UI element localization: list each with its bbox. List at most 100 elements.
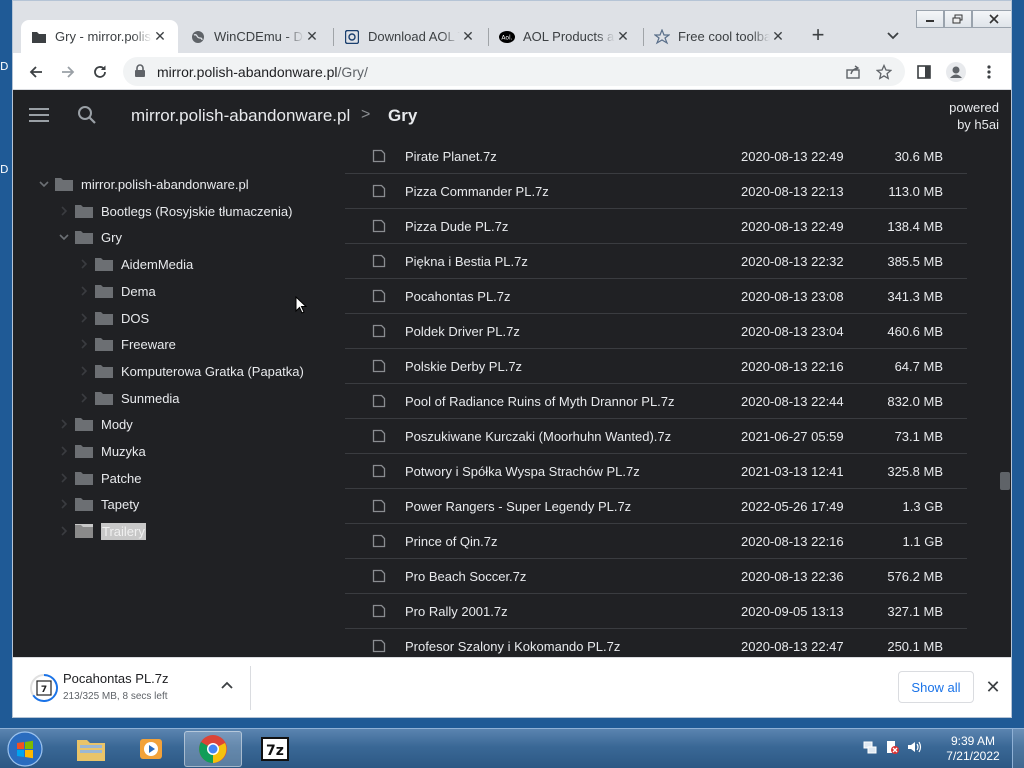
file-row[interactable]: Pool of Radiance Ruins of Myth Drannor P…	[345, 384, 967, 419]
file-date: 2020-08-13 23:04	[741, 324, 844, 339]
folder-icon	[75, 230, 93, 244]
folder-icon	[75, 204, 93, 218]
powered-by-link[interactable]: powered by h5ai	[949, 99, 999, 133]
download-filename[interactable]: Pocahontas PL.7z	[63, 671, 169, 686]
bookmark-star-icon[interactable]	[873, 61, 895, 83]
tab-free-toolbar[interactable]: Free cool toolbar ✕	[644, 20, 796, 53]
lock-icon[interactable]	[134, 64, 148, 78]
tree-node[interactable]: Dema	[77, 281, 156, 301]
forward-button[interactable]	[57, 61, 79, 83]
show-all-button[interactable]: Show all	[898, 671, 974, 703]
tree-node[interactable]: Mody	[57, 414, 133, 434]
explorer-icon[interactable]	[62, 731, 120, 767]
scrollbar-thumb[interactable]	[1000, 472, 1010, 490]
chevron-up-icon[interactable]	[219, 678, 235, 694]
tab-download-aol[interactable]: Download AOL Toolbar ✕	[334, 20, 486, 53]
search-icon[interactable]	[77, 105, 97, 125]
chevron-right-icon[interactable]	[77, 337, 91, 351]
chevron-right-icon[interactable]	[77, 257, 91, 271]
share-icon[interactable]	[842, 61, 864, 83]
tab-wincdemu[interactable]: WinCDEmu - Download ✕	[180, 20, 330, 53]
tree-node[interactable]: Gry	[57, 227, 122, 247]
media-player-icon[interactable]	[122, 731, 180, 767]
minimize-button[interactable]	[916, 10, 944, 28]
network-icon[interactable]	[862, 739, 878, 758]
close-window-button[interactable]	[972, 10, 1011, 28]
side-panel-icon[interactable]	[913, 61, 935, 83]
volume-icon[interactable]	[906, 739, 922, 758]
file-date: 2020-08-13 22:13	[741, 184, 844, 199]
file-row[interactable]: Poldek Driver PL.7z 2020-08-13 23:04 460.6…	[345, 314, 967, 349]
file-row[interactable]: Prince of Qin.7z 2020-08-13 22:16 1.1 GB	[345, 524, 967, 559]
file-row[interactable]: Profesor Szalony i Kokomando PL.7z 2020-0…	[345, 629, 967, 657]
system-clock[interactable]: 9:39 AM 7/21/2022	[938, 734, 1008, 764]
tree-node[interactable]: Trailery	[57, 521, 146, 541]
7zip-icon[interactable]: 7z	[246, 731, 304, 767]
close-download-shelf-icon[interactable]: ✕	[983, 677, 1003, 697]
chevron-right-icon[interactable]	[57, 471, 71, 485]
breadcrumb-current[interactable]: Gry	[388, 106, 417, 126]
file-row[interactable]: Poszukiwane Kurczaki (Moorhuhn Wanted).7…	[345, 419, 967, 454]
tree-node[interactable]: Komputerowa Gratka (Papatka)	[77, 361, 304, 381]
chevron-right-icon[interactable]	[77, 364, 91, 378]
chevron-right-icon[interactable]	[57, 444, 71, 458]
download-status: 213/325 MB, 8 secs left	[63, 691, 168, 702]
file-row[interactable]: Piękna i Bestia PL.7z 2020-08-13 22:32 385…	[345, 244, 967, 279]
clock-time: 9:39 AM	[950, 734, 996, 748]
tab-close-icon[interactable]: ✕	[152, 28, 168, 45]
file-row[interactable]: Pizza Dude PL.7z 2020-08-13 22:49 138.4 MB	[345, 209, 967, 244]
reload-button[interactable]	[89, 61, 111, 83]
chevron-right-icon[interactable]	[57, 417, 71, 431]
tree-node[interactable]: Muzyka	[57, 441, 146, 461]
breadcrumb-root[interactable]: mirror.polish-abandonware.pl	[131, 106, 350, 126]
file-row[interactable]: Pro Rally 2001.7z 2020-09-05 13:13 327.1 M…	[345, 594, 967, 629]
file-row[interactable]: Pocahontas PL.7z 2020-08-13 23:08 341.3 MB	[345, 279, 967, 314]
tab-search-icon[interactable]	[885, 27, 901, 43]
chevron-right-icon[interactable]	[77, 311, 91, 325]
file-date: 2020-08-13 22:47	[741, 639, 844, 654]
maximize-button[interactable]	[944, 10, 972, 28]
file-row[interactable]: Potwory i Spółka Wyspa Strachów PL.7z 202…	[345, 454, 967, 489]
address-bar[interactable]: mirror.polish-abandonware.pl/Gry/	[123, 57, 905, 86]
file-row[interactable]: Polskie Derby PL.7z 2020-08-13 22:16 64.7 …	[345, 349, 967, 384]
tab-close-icon[interactable]: ✕	[304, 28, 320, 45]
chevron-right-icon[interactable]	[57, 204, 71, 218]
start-button[interactable]	[4, 729, 46, 768]
tree-node[interactable]: Bootlegs (Rosyjskie tłumaczenia)	[57, 201, 292, 221]
tree-node[interactable]: mirror.polish-abandonware.pl	[37, 174, 249, 194]
url-text: mirror.polish-abandonware.pl/Gry/	[157, 64, 368, 80]
tree-node[interactable]: Tapety	[57, 494, 139, 514]
chevron-right-icon[interactable]	[57, 524, 71, 538]
file-row[interactable]: Pro Beach Soccer.7z 2020-08-13 22:36 576.2…	[345, 559, 967, 594]
tab-close-icon[interactable]: ✕	[615, 28, 631, 45]
chevron-down-icon[interactable]	[57, 230, 71, 244]
page-scrollbar[interactable]	[997, 139, 1011, 657]
tab-gry[interactable]: Gry - mirror.polish-abandonware.pl ✕	[21, 20, 178, 53]
tree-node[interactable]: AidemMedia	[77, 254, 193, 274]
7zip-file-icon[interactable]: 7	[30, 674, 58, 702]
file-row[interactable]: Power Rangers - Super Legendy PL.7z 2022-…	[345, 489, 967, 524]
tab-aol-products[interactable]: Aol. AOL Products and Services ✕	[489, 20, 641, 53]
tab-close-icon[interactable]: ✕	[460, 28, 476, 45]
chevron-down-icon[interactable]	[37, 177, 51, 191]
tree-node[interactable]: Sunmedia	[77, 388, 180, 408]
chevron-right-icon[interactable]	[77, 284, 91, 298]
hamburger-menu-icon[interactable]	[29, 108, 49, 122]
chrome-icon[interactable]	[184, 731, 242, 767]
chevron-right-icon[interactable]	[77, 391, 91, 405]
file-name: Pro Beach Soccer.7z	[405, 569, 527, 584]
new-tab-button[interactable]: +	[806, 24, 830, 48]
tree-node[interactable]: Patche	[57, 468, 141, 488]
tree-node[interactable]: Freeware	[77, 334, 176, 354]
file-row[interactable]: Pirate Planet.7z 2020-08-13 22:49 30.6 MB	[345, 139, 967, 174]
menu-kebab-icon[interactable]	[978, 61, 1000, 83]
show-desktop-button[interactable]	[1012, 729, 1024, 768]
tree-node[interactable]: DOS	[77, 308, 149, 328]
profile-avatar-icon[interactable]	[945, 61, 967, 83]
chevron-right-icon[interactable]	[57, 497, 71, 511]
back-button[interactable]	[25, 61, 47, 83]
tab-close-icon[interactable]: ✕	[770, 28, 786, 45]
action-center-icon[interactable]	[884, 739, 900, 758]
file-row[interactable]: Pizza Commander PL.7z 2020-08-13 22:13 113…	[345, 174, 967, 209]
tree-node-label: Muzyka	[101, 443, 146, 459]
